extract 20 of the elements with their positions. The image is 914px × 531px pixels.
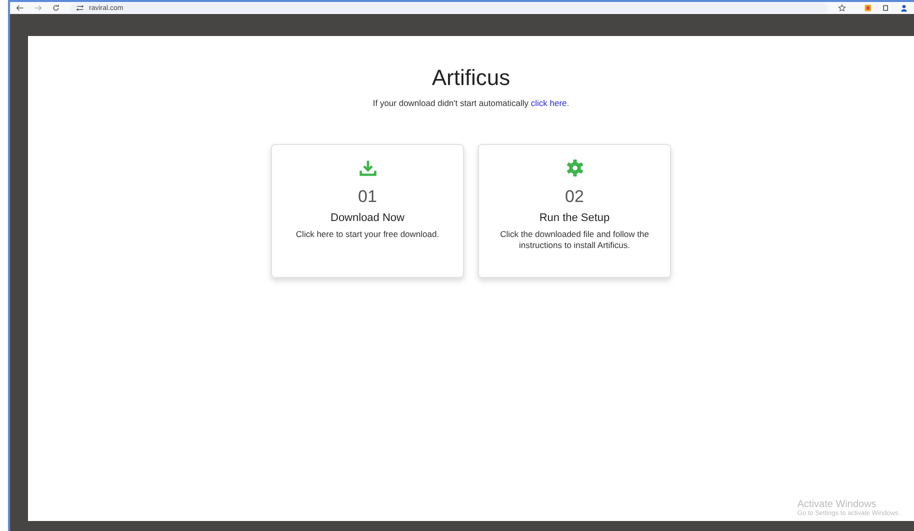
- extension-icon[interactable]: [864, 4, 872, 12]
- download-hint: If your download didn't start automatically click here.: [372, 98, 570, 108]
- download-icon: [358, 159, 376, 177]
- site-settings-icon[interactable]: [76, 4, 84, 12]
- step-number: 01: [358, 187, 377, 207]
- activation-title: Activate Windows: [797, 499, 878, 510]
- gear-icon: [566, 159, 584, 177]
- click-here-link[interactable]: click here.: [530, 98, 570, 108]
- page-title: Artificus: [432, 65, 510, 91]
- step-description: Click here to start your free download.: [294, 229, 440, 240]
- star-icon[interactable]: [838, 4, 846, 12]
- step-number: 02: [565, 187, 584, 207]
- step-title: Run the Setup: [539, 212, 610, 224]
- step-title: Download Now: [330, 212, 404, 224]
- profile-icon[interactable]: [900, 4, 908, 12]
- back-icon[interactable]: [16, 4, 24, 12]
- step-card[interactable]: 02 Run the Setup Click the downloaded file and follow the instructions to install Artificus.: [478, 144, 671, 278]
- step-card[interactable]: 01 Download Now Click here to start your free download.: [271, 144, 464, 278]
- reload-icon[interactable]: [52, 4, 60, 12]
- step-description: Click the downloaded file and follow the instructions to install Artificus.: [499, 229, 650, 252]
